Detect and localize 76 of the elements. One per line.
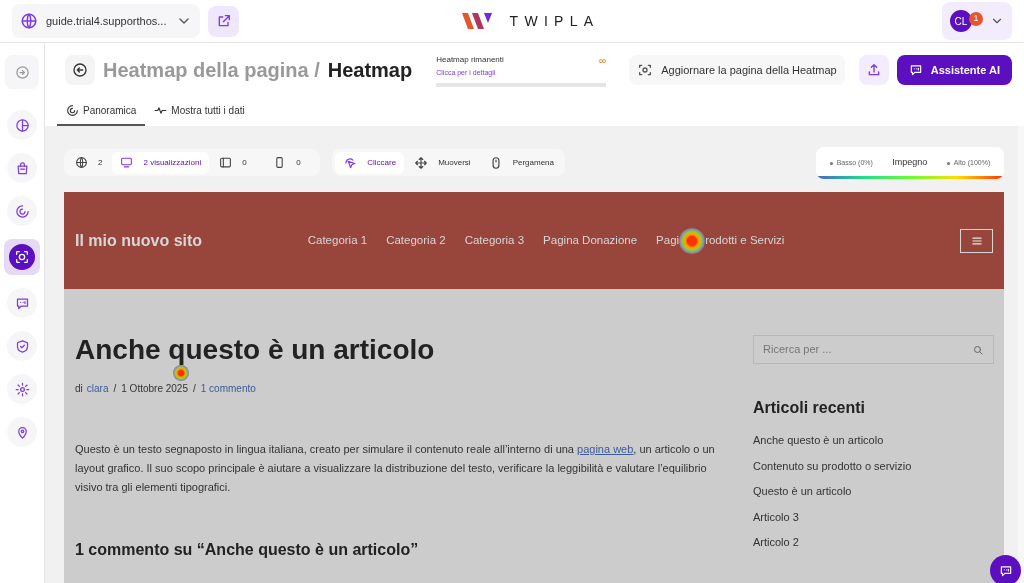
separator: / xyxy=(193,382,196,396)
external-link-button[interactable] xyxy=(208,5,239,37)
recent-post-link[interactable]: Articolo 2 xyxy=(753,534,994,551)
chat-icon xyxy=(14,295,30,311)
post-date: 1 Ottobre 2025 xyxy=(121,382,188,396)
sidebar-item[interactable] xyxy=(4,239,40,275)
sidebar-item[interactable] xyxy=(7,374,37,404)
recent-post-link[interactable]: Questo è un articolo xyxy=(753,483,994,500)
mode-tab[interactable]: Muoversi xyxy=(406,151,479,174)
scan-icon xyxy=(637,62,654,78)
sidebar-item[interactable] xyxy=(7,288,37,318)
device-filter[interactable]: 0 xyxy=(265,151,318,174)
tab[interactable]: Mostra tutti i dati xyxy=(145,97,254,126)
sidebar-item[interactable] xyxy=(7,196,37,226)
globe-icon xyxy=(75,156,88,169)
page-title: Heatmap xyxy=(327,58,413,83)
nav-link[interactable]: Pagi xyxy=(656,231,680,250)
mode-tab[interactable]: Pergamena xyxy=(480,151,562,174)
settings-icon xyxy=(14,381,30,397)
menu-button[interactable] xyxy=(960,228,993,253)
device-filter[interactable]: 0 xyxy=(211,151,264,174)
monitor-icon xyxy=(120,156,134,169)
collapse-icon xyxy=(14,64,30,80)
nav-link[interactable]: Categoria 3 xyxy=(464,231,525,250)
heat-spot xyxy=(679,227,706,254)
site-title[interactable]: Il mio nuovo sito xyxy=(75,228,203,253)
comments-heading: 1 commento su “Anche questo è un articolo” xyxy=(75,540,420,560)
recent-post-link[interactable]: Contenuto su prodotto o servizio xyxy=(753,457,994,474)
pie-chart-icon xyxy=(14,117,30,133)
refresh-heatmap-button[interactable]: Aggiornare la pagina della Heatmap xyxy=(629,55,845,85)
sidebar-item[interactable] xyxy=(7,110,37,140)
back-icon xyxy=(72,62,88,78)
search-icon xyxy=(972,343,984,356)
nav-link[interactable]: Categoria 1 xyxy=(307,231,368,250)
comments-link[interactable]: 1 commento xyxy=(200,381,256,396)
chat-icon xyxy=(998,563,1013,578)
article-paragraph: Questo è un testo segnaposto in lingua italiana, creato per simulare il contenuto reale all’interno di una pagina web, un articolo o un layout grafico. Il suo scopo principale è aiutare a visualizzare la distribuzione del testo, verificare la leggibilità e valutare l’equilibrio visivo tra gli elementi tipografici. xyxy=(75,442,715,495)
account-menu[interactable]: CL 1 xyxy=(942,2,1012,40)
nav-link[interactable]: Pagina Donazione xyxy=(543,231,638,250)
logo-text: TWIPLA xyxy=(509,11,600,31)
site-selector[interactable]: guide.trial4.supporthos... xyxy=(12,4,200,38)
device-filter[interactable]: 2 visualizzazioni xyxy=(112,151,210,174)
recent-post-link[interactable]: Articolo 3 xyxy=(753,508,994,525)
author-link[interactable]: clara xyxy=(86,381,109,396)
recent-post-link[interactable]: Anche questo è un articolo xyxy=(753,432,994,449)
heat-spot xyxy=(173,365,189,381)
mode-tab[interactable]: Cliccare xyxy=(335,151,405,174)
sidebar-item[interactable] xyxy=(7,417,37,447)
click-icon xyxy=(343,155,358,170)
article-title: Anche questo è un articolo xyxy=(75,335,436,365)
nav-link[interactable]: Categoria 2 xyxy=(386,231,446,250)
spiral-icon xyxy=(14,203,30,219)
globe-icon xyxy=(20,12,38,30)
quota-label: Heatmap rimanenti xyxy=(436,54,504,67)
spiral-icon xyxy=(66,104,79,117)
tablet-icon xyxy=(219,156,233,169)
meta-by: di xyxy=(75,382,83,396)
device-filter[interactable]: 2 xyxy=(67,151,111,174)
nav-link[interactable]: rodotti e Servizi xyxy=(705,231,785,250)
legend-title: Impegno xyxy=(892,156,928,170)
heatmap-icon xyxy=(14,249,30,265)
search-placeholder: Ricerca per ... xyxy=(763,342,832,358)
shield-icon xyxy=(14,338,30,354)
sidebar-item[interactable] xyxy=(7,153,37,183)
move-icon xyxy=(414,155,429,170)
widget-title: Articoli recenti xyxy=(753,398,867,418)
back-button[interactable] xyxy=(65,55,95,85)
ai-assistant-button[interactable]: Assistente AI xyxy=(896,55,1012,85)
sidebar-item[interactable] xyxy=(7,331,37,361)
avatar: CL xyxy=(950,10,972,32)
separator: / xyxy=(113,382,117,396)
notification-badge: 1 xyxy=(969,12,983,26)
chat-icon xyxy=(908,63,923,77)
export-button[interactable] xyxy=(858,55,889,85)
quota-value: ∞ xyxy=(599,53,607,68)
pulse-icon xyxy=(154,104,168,117)
